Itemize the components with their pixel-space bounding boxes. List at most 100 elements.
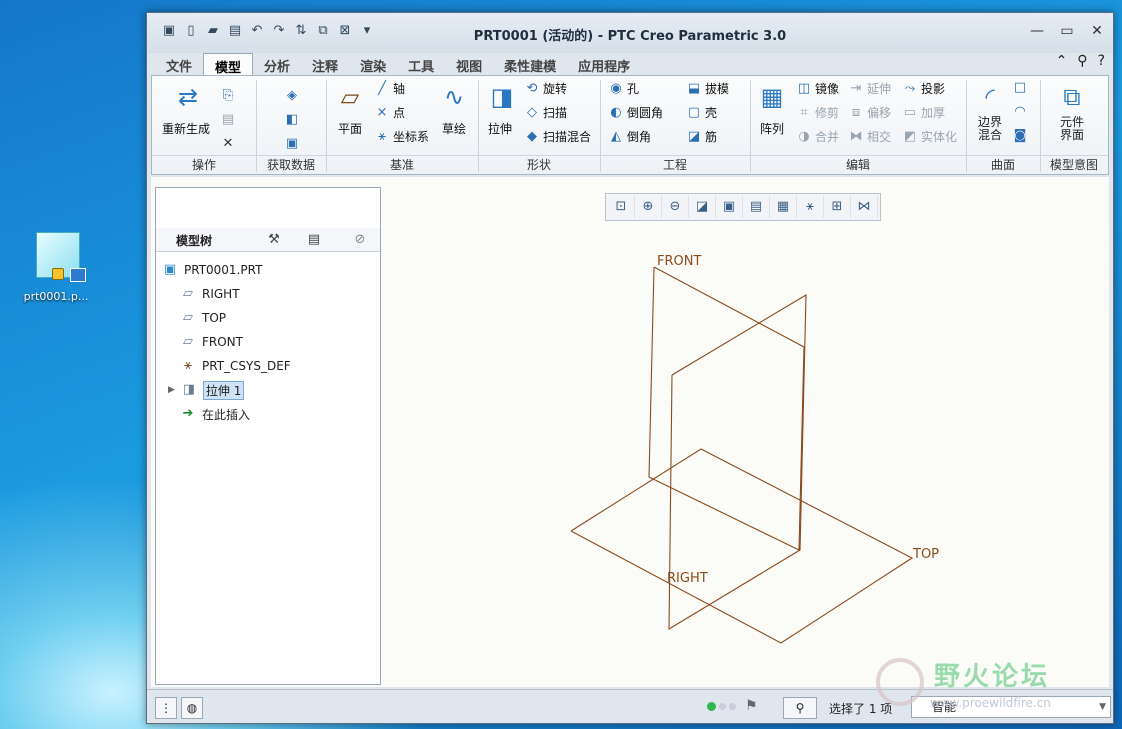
swept-blend-button[interactable]: ◆ 扫描混合 [524,128,591,145]
intersect-button[interactable]: ⧓ 相交 [848,128,892,145]
project-button[interactable]: ⤳ 投影 [902,80,945,97]
sweep-button[interactable]: ◇ 扫描 [524,104,567,121]
trim-icon: ⌗ [800,104,808,120]
pattern-button[interactable]: 阵列 [760,120,784,137]
csys-button[interactable]: ⚹ 坐标系 [374,128,429,145]
tab-applications[interactable]: 应用程序 [567,53,641,75]
paste-icon[interactable]: ▤ [220,112,236,128]
hole-button[interactable]: ◉ 孔 [608,80,639,97]
merge-button[interactable]: ◑ 合并 [796,128,839,145]
group-datum[interactable]: 基准 [326,155,478,174]
zoom-out-icon[interactable]: ⊖ [662,196,689,218]
user-defined-feature-icon[interactable]: ◈ [284,88,300,104]
model-tree-header: 模型树 ⚒ ▤ ⊘ [156,228,380,252]
tree-item-part[interactable]: ▣ PRT0001.PRT [162,260,263,280]
tab-file[interactable]: 文件 [155,53,203,75]
tree-item-right[interactable]: ▱ RIGHT [180,284,240,304]
component-interface-icon: ⧉ [1063,83,1081,111]
trim-button[interactable]: ⌗ 修剪 [796,104,839,121]
revolve-button[interactable]: ⟲ 旋转 [524,80,567,97]
thicken-button[interactable]: ▭ 加厚 [902,104,945,121]
tab-flexible-modeling[interactable]: 柔性建模 [493,53,567,75]
copy-geometry-icon[interactable]: ◧ [284,112,300,128]
filter-icon[interactable]: ⊘ [352,232,368,248]
thicken-icon: ▭ [903,104,917,120]
tab-render[interactable]: 渲染 [349,53,397,75]
solidify-button[interactable]: ◩ 实体化 [902,128,957,145]
axis-icon: ╱ [378,80,386,96]
component-interface-button[interactable]: 元件 界面 [1060,116,1084,142]
refit-icon[interactable]: ⊡ [608,196,635,218]
desktop-file-icon[interactable]: prt0001.p... [18,224,94,303]
tree-item-extrude[interactable]: ▶ ◨ 拉伸 1 [168,380,245,400]
view-manager-icon[interactable]: ▦ [770,196,797,218]
regen-status [707,702,736,711]
shrinkwrap-icon[interactable]: ▣ [284,136,300,152]
regenerate-button[interactable]: 重新生成 [162,120,210,137]
offset-button[interactable]: ⧈ 偏移 [848,104,891,121]
group-model-intent[interactable]: 模型意图 [1040,155,1108,174]
shell-button[interactable]: ▢ 壳 [686,104,717,121]
repaint-icon[interactable]: ◪ [689,196,716,218]
settings-icon[interactable]: ⚒ [266,232,282,248]
zoom-in-icon[interactable]: ⊕ [635,196,662,218]
group-get-data[interactable]: 获取数据 [256,155,326,174]
tree-item-top[interactable]: ▱ TOP [180,308,226,328]
tab-tools[interactable]: 工具 [397,53,445,75]
saved-orientations-icon[interactable]: ▤ [743,196,770,218]
annotation-display-icon[interactable]: ⊞ [824,196,851,218]
mirror-button[interactable]: ◫ 镜像 [796,80,839,97]
group-operations[interactable]: 操作 [152,155,256,174]
expand-icon[interactable]: ▶ [168,385,175,395]
datum-planes [570,266,914,644]
desktop-icon-label: prt0001.p... [23,290,89,303]
minimize-icon[interactable]: — [1029,23,1045,39]
fill-icon[interactable]: □ [1012,80,1028,96]
chamfer-button[interactable]: ◭ 倒角 [608,128,651,145]
delete-icon[interactable]: ✕ [220,136,236,152]
round-button[interactable]: ◐ 倒圆角 [608,104,663,121]
tree-item-csys[interactable]: ⚹ PRT_CSYS_DEF [180,356,291,376]
close-icon[interactable]: ✕ [1089,23,1105,39]
datum-display-icon[interactable]: ⚹ [797,196,824,218]
group-surfaces[interactable]: 曲面 [966,155,1040,174]
help-icon[interactable]: ? [1098,53,1105,69]
point-button[interactable]: × 点 [374,104,405,121]
collapse-ribbon-icon[interactable]: ⌃ [1056,53,1068,69]
flag-icon[interactable]: ⚑ [745,698,758,714]
tab-view[interactable]: 视图 [445,53,493,75]
axis-button[interactable]: ╱ 轴 [374,80,405,97]
group-engineering[interactable]: 工程 [600,155,750,174]
maximize-icon[interactable]: ▭ [1059,23,1075,39]
offset-label: 偏移 [867,106,892,120]
tab-analysis[interactable]: 分析 [253,53,301,75]
show-icon[interactable]: ▤ [306,232,322,248]
solidify-icon: ◩ [903,128,917,144]
tree-item-insert-here[interactable]: ➔ 在此插入 [180,404,250,424]
find-icon[interactable]: ⚲ [783,697,817,719]
boundary-blend-button[interactable]: 边界 混合 [978,116,1002,142]
graphics-area[interactable]: FRONT TOP RIGHT [383,227,1109,685]
watermark: 野火论坛 www.proewildfire.cn [860,652,1100,722]
style-icon[interactable]: ◠ [1012,104,1028,120]
group-shapes[interactable]: 形状 [478,155,600,174]
copy-icon[interactable]: ⎘ [220,88,236,104]
draft-button[interactable]: ⬓ 拔模 [686,80,729,97]
tab-annotate[interactable]: 注释 [301,53,349,75]
ribbon: ⇄ 重新生成 ⎘ ▤ ✕ ◈ ◧ ▣ ▱ 平面 ╱ 轴 × 点 ⚹ 坐标系 ∿ 草绘 … [151,75,1109,175]
tree-item-front[interactable]: ▱ FRONT [180,332,243,352]
search-icon[interactable]: ⚲ [1077,53,1087,69]
plane-button[interactable]: 平面 [338,120,362,137]
rib-button[interactable]: ◪ 筋 [686,128,717,145]
sketch-button[interactable]: 草绘 [442,120,466,137]
toggle-navigator-icon[interactable]: ⋮ [155,697,177,719]
freestyle-icon[interactable]: ◙ [1012,128,1028,144]
display-style-icon[interactable]: ▣ [716,196,743,218]
extend-button[interactable]: ⇥ 延伸 [848,80,891,97]
group-editing[interactable]: 编辑 [750,155,966,174]
tab-model[interactable]: 模型 [203,53,254,76]
browser-icon[interactable]: ◍ [181,697,203,719]
hole-label: 孔 [627,82,640,96]
spin-center-icon[interactable]: ⋈ [851,196,878,218]
extrude-button[interactable]: 拉伸 [488,120,512,137]
